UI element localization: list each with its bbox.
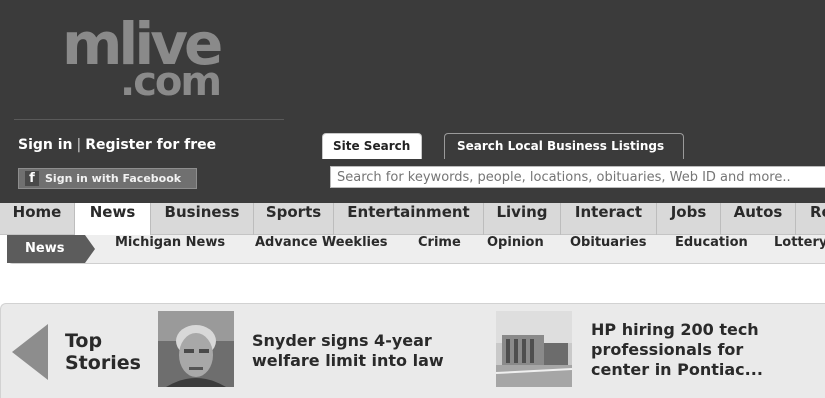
sub-nav-item-advance-weeklies[interactable]: Advance Weeklies xyxy=(255,235,388,263)
nav-item-business[interactable]: Business xyxy=(151,203,254,235)
sub-nav-item-news[interactable]: News xyxy=(7,235,95,263)
top-stories-label-line2: Stories xyxy=(65,352,141,374)
story-headline-line: professionals for xyxy=(591,340,744,359)
facebook-sign-in-button[interactable]: f Sign in with Facebook xyxy=(18,168,197,189)
account-separator: | xyxy=(76,137,82,153)
story-headline-line: welfare limit into law xyxy=(252,351,444,370)
story-thumbnail-snyder[interactable] xyxy=(158,311,234,387)
story-headline-snyder[interactable]: Snyder signs 4-year welfare limit into l… xyxy=(252,331,444,371)
sub-nav-item-opinion[interactable]: Opinion xyxy=(487,235,544,263)
nav-item-autos[interactable]: Autos xyxy=(721,203,796,235)
search-input[interactable] xyxy=(330,166,825,188)
story-headline-line: HP hiring 200 tech xyxy=(591,320,759,339)
header-divider xyxy=(14,119,284,120)
nav-item-interact[interactable]: Interact xyxy=(561,203,657,235)
top-stories-carousel: Top Stories Snyder signs 4-year welfare … xyxy=(0,303,825,398)
nav-item-living[interactable]: Living xyxy=(484,203,561,235)
man-portrait-photo-icon xyxy=(158,311,234,387)
main-nav: Home News Business Sports Entertainment … xyxy=(0,203,825,235)
carousel-prev-arrow-icon[interactable] xyxy=(12,324,48,380)
site-header: mlive .com Sign in | Register for free f Si… xyxy=(0,0,825,203)
story-headline-hp[interactable]: HP hiring 200 tech professionals for cen… xyxy=(591,320,763,380)
facebook-sign-in-label: Sign in with Facebook xyxy=(45,172,182,185)
register-link[interactable]: Register for free xyxy=(85,137,216,153)
top-stories-label: Top Stories xyxy=(65,330,141,374)
tab-site-search[interactable]: Site Search xyxy=(322,133,422,159)
sub-nav: News Michigan News Advance Weeklies Crim… xyxy=(7,235,825,264)
sub-nav-item-education[interactable]: Education xyxy=(675,235,748,263)
story-headline-line: center in Pontiac... xyxy=(591,360,763,379)
story-thumbnail-hp[interactable] xyxy=(496,311,572,387)
nav-item-jobs[interactable]: Jobs xyxy=(657,203,721,235)
logo-text-domain: .com xyxy=(120,59,222,105)
nav-item-sports[interactable]: Sports xyxy=(254,203,334,235)
sign-in-link[interactable]: Sign in xyxy=(18,137,73,153)
story-headline-line: Snyder signs 4-year xyxy=(252,331,432,350)
nav-item-entertainment[interactable]: Entertainment xyxy=(334,203,484,235)
account-links: Sign in | Register for free xyxy=(18,137,216,153)
sub-nav-item-michigan-news[interactable]: Michigan News xyxy=(115,235,225,263)
top-stories-label-line1: Top xyxy=(65,330,103,352)
nav-item-real-estate[interactable]: Re xyxy=(796,203,825,235)
facebook-icon: f xyxy=(25,171,39,186)
nav-item-home[interactable]: Home xyxy=(0,203,75,235)
tab-search-local-business[interactable]: Search Local Business Listings xyxy=(444,133,684,159)
mlive-logo[interactable]: mlive .com xyxy=(62,12,242,107)
office-building-photo-icon xyxy=(496,311,572,387)
nav-item-news[interactable]: News xyxy=(75,203,151,235)
sub-nav-item-lottery[interactable]: Lottery xyxy=(774,235,825,263)
sub-nav-item-obituaries[interactable]: Obituaries xyxy=(570,235,646,263)
sub-nav-item-crime[interactable]: Crime xyxy=(418,235,461,263)
